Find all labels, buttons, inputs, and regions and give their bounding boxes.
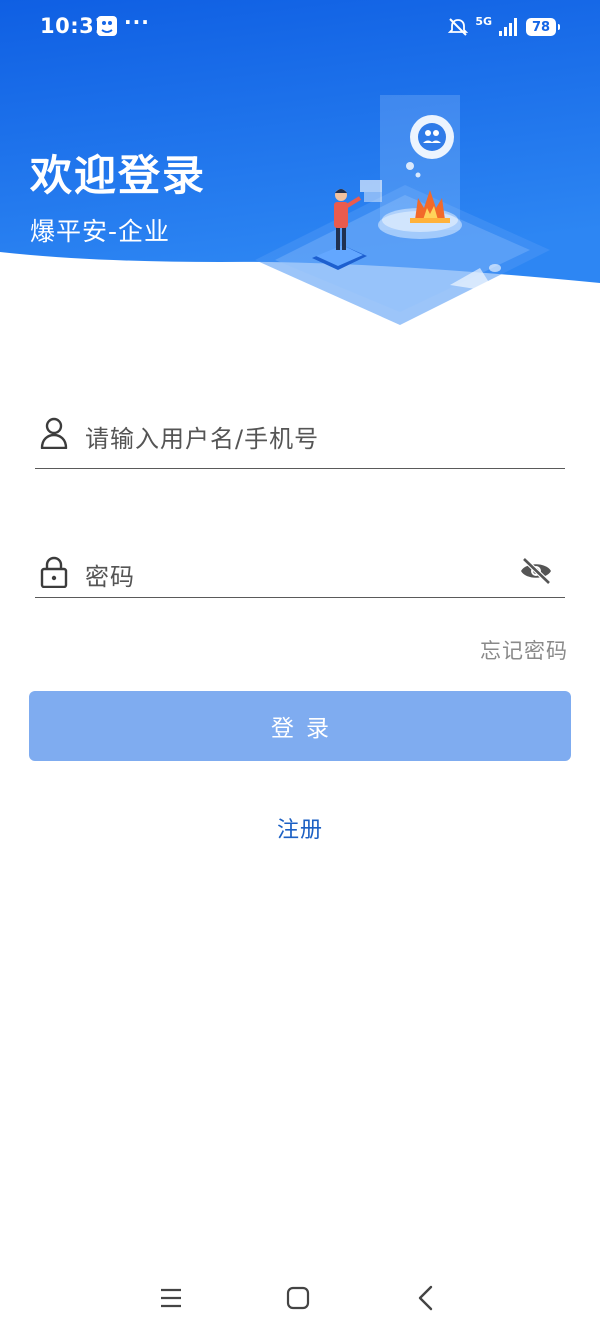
menu-icon[interactable]: [160, 1287, 182, 1309]
header-banner: 10:31 ··· 5G 78 欢迎登录 爆平安-企业: [0, 0, 600, 340]
password-field[interactable]: 密码: [35, 540, 565, 598]
more-notifications-indicator: ···: [124, 10, 150, 34]
login-button[interactable]: 登录: [29, 691, 571, 761]
forgot-password-link[interactable]: 忘记密码: [480, 635, 568, 665]
status-indicators: 5G 78: [447, 14, 560, 40]
signal-icon: [499, 18, 517, 36]
back-icon[interactable]: [414, 1285, 436, 1311]
network-label: 5G: [475, 15, 492, 28]
app-notification-icon: [97, 16, 117, 36]
eye-off-icon[interactable]: [519, 556, 553, 586]
mute-icon: [448, 18, 469, 36]
register-link[interactable]: 注册: [0, 812, 600, 844]
username-field[interactable]: 请输入用户名/手机号: [35, 405, 565, 469]
safety-monitoring-illustration: [255, 95, 550, 325]
username-input[interactable]: 请输入用户名/手机号: [85, 419, 319, 454]
user-icon: [40, 417, 68, 449]
status-bar: 10:31 ··· 5G 78: [0, 0, 600, 56]
lock-icon: [40, 556, 68, 588]
welcome-subtitle: 爆平安-企业: [30, 217, 171, 246]
battery-indicator: 78: [526, 18, 560, 36]
welcome-title: 欢迎登录: [30, 151, 207, 200]
password-input[interactable]: 密码: [85, 557, 135, 592]
home-icon[interactable]: [286, 1286, 310, 1310]
